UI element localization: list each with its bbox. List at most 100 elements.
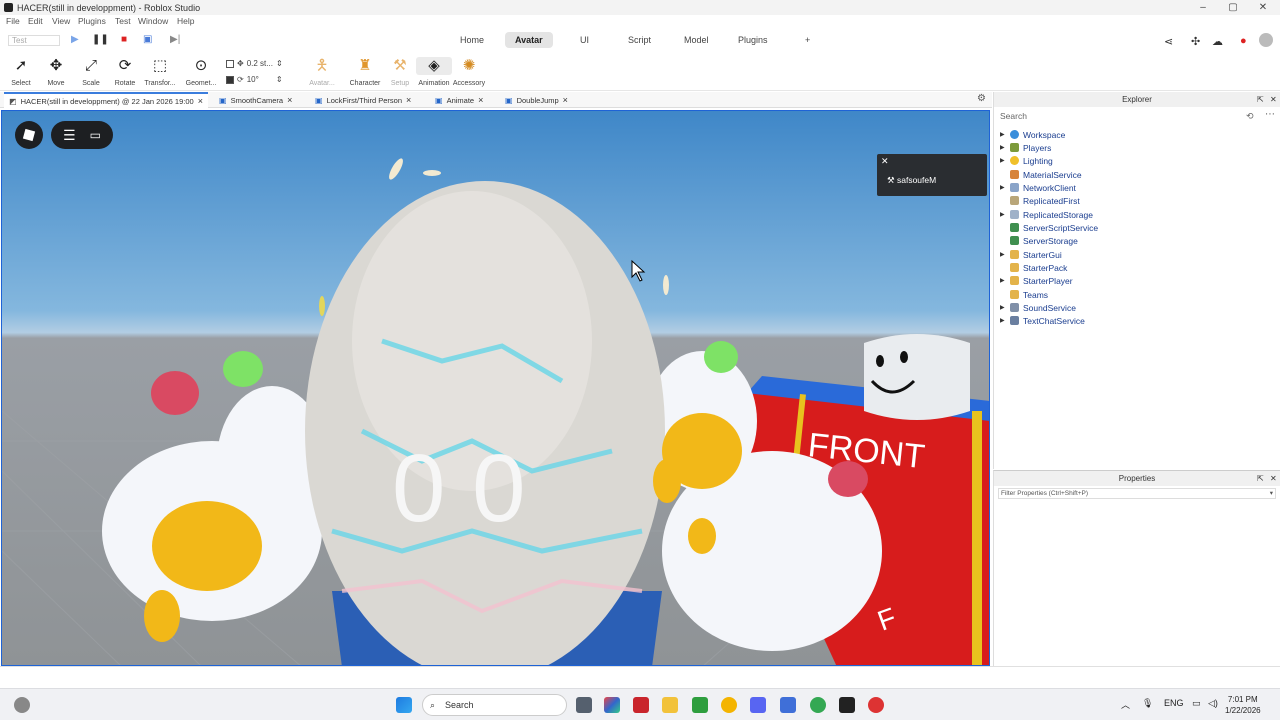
play-icon[interactable]: ▶ — [71, 34, 79, 45]
doc-tab-place[interactable]: ◩ HACER(still in developpment) @ 22 Jan … — [4, 92, 208, 108]
step-icon[interactable]: ▶| — [170, 34, 180, 45]
browser-icon[interactable] — [810, 697, 826, 713]
select-tool-button[interactable]: ➚ Select — [3, 57, 39, 87]
add-tab-button[interactable]: + — [805, 35, 810, 45]
history-icon[interactable]: ⟲ — [1246, 111, 1254, 122]
notifications-icon[interactable]: ● — [1240, 35, 1247, 47]
explorer-search-input[interactable]: Search ⟲ ⋯ — [994, 109, 1280, 126]
share-icon[interactable]: ⋖ — [1164, 35, 1173, 48]
properties-filter-input[interactable]: Filter Properties (Ctrl+Shift+P) ▾ — [998, 488, 1276, 499]
tab-script[interactable]: Script — [628, 35, 651, 45]
close-icon[interactable]: × — [198, 96, 203, 106]
menu-file[interactable]: File — [6, 16, 20, 26]
move-snap-checkbox[interactable] — [226, 59, 234, 68]
tree-item-serverstorage[interactable]: ServerStorage — [1000, 234, 1078, 247]
app-gear-icon[interactable] — [868, 697, 884, 713]
maximize-button[interactable]: ▢ — [1218, 0, 1248, 15]
rotate-snap-checkbox[interactable] — [226, 75, 234, 84]
collaborate-icon[interactable]: ✣ — [1191, 35, 1200, 48]
move-tool-button[interactable]: ✥ Move — [38, 57, 74, 87]
menu-edit[interactable]: Edit — [28, 16, 43, 26]
file-explorer-icon[interactable] — [662, 697, 678, 713]
tree-item-workspace[interactable]: ▶ Workspace — [1000, 128, 1065, 141]
popout-icon[interactable]: ⇱ — [1257, 471, 1264, 486]
tab-plugins[interactable]: Plugins — [738, 35, 768, 45]
move-snap-field[interactable]: ✥ 0.2 st... ⇕ — [226, 59, 283, 68]
doc-tab-animate[interactable]: ▣ Animate × — [430, 92, 488, 108]
screen-icon[interactable]: ▣ — [143, 34, 152, 45]
menu-help[interactable]: Help — [177, 16, 194, 26]
close-icon[interactable]: × — [287, 95, 292, 105]
scale-tool-button[interactable]: ⤢ Scale — [73, 57, 109, 87]
tree-item-textchatservice[interactable]: ▶ TextChatService — [1000, 314, 1085, 327]
menu-window[interactable]: Window — [138, 16, 168, 26]
widgets-icon[interactable] — [14, 697, 30, 713]
tab-ui[interactable]: UI — [580, 35, 589, 45]
microphone-icon[interactable]: 🎙 — [1142, 698, 1153, 709]
network-icon[interactable]: ▭ — [1192, 698, 1201, 709]
popout-icon[interactable]: ⇱ — [1257, 92, 1264, 107]
close-icon[interactable]: × — [406, 95, 411, 105]
roblox-player-icon[interactable] — [839, 697, 855, 713]
expand-arrow-icon[interactable]: ▶ — [1000, 304, 1010, 311]
setup-tool-button[interactable]: ⚒ Setup — [382, 57, 418, 87]
expand-arrow-icon[interactable]: ▶ — [1000, 211, 1010, 218]
tree-item-networkclient[interactable]: ▶ NetworkClient — [1000, 181, 1076, 194]
menu-plugins[interactable]: Plugins — [78, 16, 106, 26]
tree-item-materialservice[interactable]: MaterialService — [1000, 168, 1082, 181]
task-view-icon[interactable] — [576, 697, 592, 713]
pause-icon[interactable]: ❚❚ — [92, 34, 109, 45]
tree-item-teams[interactable]: Teams — [1000, 288, 1048, 301]
tray-chevron-icon[interactable]: ︿ — [1121, 698, 1130, 711]
start-icon[interactable] — [396, 697, 412, 713]
chrome-icon[interactable] — [721, 697, 737, 713]
more-options-icon[interactable]: ⋯ — [1265, 109, 1275, 120]
roblox-menu-button[interactable] — [15, 121, 43, 149]
animation-tool-button[interactable]: ◈ Animation — [416, 57, 452, 87]
menu-test[interactable]: Test — [115, 16, 131, 26]
expand-arrow-icon[interactable]: ▶ — [1000, 251, 1010, 258]
stepper-icon[interactable]: ⇕ — [276, 75, 283, 84]
roblox-studio-taskbar-icon[interactable] — [780, 697, 796, 713]
rotate-tool-button[interactable]: ⟳ Rotate — [107, 57, 143, 87]
character-tool-button[interactable]: ♜ Character — [346, 57, 384, 87]
doc-tab-smoothcamera[interactable]: ▣ SmoothCamera × — [214, 92, 297, 108]
chevron-down-icon[interactable]: ▾ — [1270, 489, 1273, 499]
close-window-button[interactable]: ✕ — [1248, 0, 1278, 15]
accessory-tool-button[interactable]: ✺ Accessory — [451, 57, 487, 87]
hamburger-menu-icon[interactable]: ☰ — [63, 127, 76, 144]
tree-item-replicatedstorage[interactable]: ▶ ReplicatedStorage — [1000, 208, 1093, 221]
geometry-tool-button[interactable]: ⊙ Geomet... — [183, 57, 219, 87]
rotate-snap-field[interactable]: ⟳ 10° ⇕ — [226, 75, 283, 84]
expand-arrow-icon[interactable]: ▶ — [1000, 317, 1010, 324]
expand-arrow-icon[interactable]: ▶ — [1000, 184, 1010, 191]
close-icon[interactable]: ✕ — [881, 156, 889, 167]
menu-view[interactable]: View — [52, 16, 70, 26]
test-mode-dropdown[interactable]: Test — [8, 35, 60, 46]
stop-icon[interactable]: ■ — [121, 34, 127, 45]
minecraft-icon[interactable] — [692, 697, 708, 713]
close-icon[interactable]: ✕ — [1270, 92, 1277, 107]
app-red-icon[interactable] — [633, 697, 649, 713]
tab-home[interactable]: Home — [460, 35, 484, 45]
close-icon[interactable]: × — [478, 95, 483, 105]
tab-avatar[interactable]: Avatar — [505, 32, 553, 48]
language-indicator[interactable]: ENG — [1164, 698, 1184, 708]
tab-model[interactable]: Model — [684, 35, 709, 45]
tree-item-soundservice[interactable]: ▶ SoundService — [1000, 301, 1076, 314]
tree-item-lighting[interactable]: ▶ Lighting — [1000, 154, 1053, 167]
expand-arrow-icon[interactable]: ▶ — [1000, 277, 1010, 284]
doc-tab-lockfirst[interactable]: ▣ LockFirst/Third Person × — [310, 92, 416, 108]
taskbar-search[interactable]: ⌕ Search — [422, 694, 567, 716]
transform-tool-button[interactable]: ⬚ Transfor... — [142, 57, 178, 87]
3d-viewport[interactable]: FRONT F 0 0 ☰ ▭ ✕ ⚒ safsoufeM — [1, 110, 990, 666]
tree-item-startergui[interactable]: ▶ StarterGui — [1000, 248, 1062, 261]
cloud-icon[interactable]: ☁ — [1212, 35, 1223, 48]
close-icon[interactable]: × — [563, 95, 568, 105]
tree-item-starterpack[interactable]: StarterPack — [1000, 261, 1067, 274]
minimize-button[interactable]: – — [1188, 0, 1218, 15]
chat-icon[interactable]: ▭ — [90, 128, 101, 142]
tree-item-replicatedfirst[interactable]: ReplicatedFirst — [1000, 194, 1080, 207]
close-icon[interactable]: ✕ — [1270, 471, 1277, 486]
discord-icon[interactable] — [750, 697, 766, 713]
